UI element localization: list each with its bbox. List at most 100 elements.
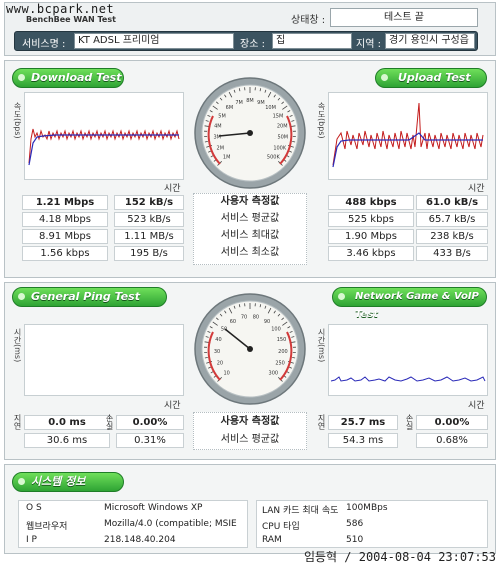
gauge-tick-label: 250 [275, 361, 285, 367]
gauge-tick-label: 7M [235, 100, 243, 106]
gauge-tick-label: 200 [278, 349, 288, 355]
game-graph-plot [330, 376, 486, 382]
row-label-user: 사용자 측정값 [196, 195, 304, 210]
ping-test-button[interactable]: General Ping Test [12, 287, 167, 307]
app-name: BenchBee WAN Test [26, 15, 116, 24]
status-field: 테스트 끝 [330, 8, 478, 27]
dl-min-bps: 1.56 kbps [22, 246, 108, 261]
ul-user-Bps: 61.0 kB/s [416, 195, 488, 210]
game-avg-loss: 0.68% [416, 433, 488, 448]
gauge-tick-label: 20M [277, 124, 288, 130]
place-label: 장소 : [240, 39, 265, 50]
gauge-tick-label: 500K [267, 154, 281, 160]
ping-x-label: 시간 [164, 401, 181, 411]
download-series-red [28, 128, 180, 164]
game-loss-label: 손실 [405, 414, 414, 430]
game-graph [328, 324, 488, 396]
download-test-button[interactable]: Download Test [12, 68, 124, 88]
upload-y-label: 속도(bps) [317, 102, 326, 139]
upload-graph-plot [332, 102, 484, 168]
ping-row-label-user: 사용자 측정값 [196, 415, 304, 430]
game-user-loss: 0.00% [416, 415, 488, 430]
game-avg-ms: 54.3 ms [328, 433, 398, 448]
ip-label: I P [26, 535, 37, 545]
ul-user-bps: 488 kbps [328, 195, 414, 210]
download-series-blue [28, 134, 179, 166]
game-latency-label: 지연 [317, 414, 326, 430]
ram-label: RAM [262, 535, 282, 545]
ping-latency-label: 지연 [13, 414, 22, 430]
ul-max-Bps: 238 kB/s [416, 229, 488, 244]
gauge-tick-label: 10 [223, 370, 229, 376]
upload-graph [328, 92, 488, 180]
ul-max-bps: 1.90 Mbps [328, 229, 414, 244]
download-graph-plot [28, 128, 180, 166]
browser-label: 웹브라우저 [26, 522, 68, 532]
gauge-tick-label: 4M [214, 124, 222, 130]
service-label: 서비스명 : [22, 39, 66, 50]
gauge-tick-label: 50M [277, 135, 288, 141]
download-graph [24, 92, 184, 180]
ping-loss-label: 손실 [105, 414, 114, 430]
download-x-label: 시간 [164, 184, 181, 194]
dl-max-Bps: 1.11 MB/s [114, 229, 184, 244]
game-user-ms: 25.7 ms [328, 415, 398, 430]
gauge-tick-label: 90 [264, 319, 270, 325]
cpu-label: CPU 타입 [262, 522, 300, 532]
ip-value: 218.148.40.204 [104, 535, 176, 545]
speed-gauge: 1M 2M 3M 4M 5M 6M 7M 8M 9M 10M 15M 20M 50M 100K 500K [193, 76, 307, 190]
footer-stamp: 임등혁 / 2004-08-04 23:07:53 [303, 550, 496, 564]
upload-series-red [332, 102, 484, 166]
dl-max-bps: 8.91 Mbps [22, 229, 108, 244]
dl-avg-bps: 4.18 Mbps [22, 212, 108, 227]
gauge-tick-label: 6M [226, 105, 234, 111]
dl-min-Bps: 195 B/s [114, 246, 184, 261]
ul-avg-bps: 525 kbps [328, 212, 414, 227]
region-field[interactable]: 경기 용인시 구성읍 [385, 33, 475, 49]
os-value: Microsoft Windows XP [104, 503, 203, 513]
gauge-tick-label: 8M [246, 98, 254, 104]
gauge-tick-label: 1M [223, 154, 231, 160]
gauge-tick-label: 80 [253, 315, 259, 321]
game-series-blue [330, 376, 486, 382]
game-x-label: 시간 [468, 401, 485, 411]
upload-test-button[interactable]: Upload Test [375, 68, 487, 88]
region-label: 지역 : [356, 39, 381, 50]
lan-label: LAN 카드 최대 속도 [262, 506, 339, 516]
gauge-tick-label: 100K [273, 145, 287, 151]
gauge-tick-label: 40 [215, 337, 221, 343]
gauge-tick-label: 10M [265, 105, 276, 111]
browser-value: Mozilla/4.0 (compatible; MSIE [104, 519, 237, 529]
system-info-button[interactable]: 시스템 정보 [12, 472, 124, 492]
dl-avg-Bps: 523 kB/s [114, 212, 184, 227]
place-field[interactable]: 집 [272, 33, 352, 49]
dl-user-bps: 1.21 Mbps [22, 195, 108, 210]
ping-row-label-avg: 서비스 평균값 [196, 433, 304, 448]
ping-avg-ms: 30.6 ms [24, 433, 110, 448]
gauge-tick-label: 2M [217, 145, 225, 151]
gauge-tick-label: 300 [269, 370, 279, 376]
lan-value: 100MBps [346, 503, 388, 513]
row-label-max: 서비스 최대값 [196, 229, 304, 244]
download-y-label: 속도(bps) [13, 102, 22, 139]
row-label-min: 서비스 최소값 [196, 246, 304, 261]
ram-value: 510 [346, 535, 364, 545]
ping-user-loss: 0.00% [116, 415, 184, 430]
game-y-label: 시간(ms) [317, 328, 326, 363]
gauge-tick-label: 15M [273, 113, 284, 119]
ul-min-Bps: 433 B/s [416, 246, 488, 261]
gauge-tick-label: 5M [218, 113, 226, 119]
upload-x-label: 시간 [468, 184, 485, 194]
ul-avg-Bps: 65.7 kB/s [416, 212, 488, 227]
gauge-tick-label: 100 [271, 327, 281, 333]
dl-user-Bps: 152 kB/s [114, 195, 184, 210]
service-field[interactable]: KT ADSL 프리미엄 [74, 33, 234, 49]
row-label-avg: 서비스 평균값 [196, 212, 304, 227]
watermark: www.bcpark.net [6, 2, 115, 16]
gauge-tick-label: 30 [214, 349, 220, 355]
game-voip-test-button[interactable]: Network Game & VoIP Test [332, 287, 487, 320]
ping-graph [24, 324, 184, 396]
ping-user-ms: 0.0 ms [24, 415, 110, 430]
os-label: O S [26, 503, 42, 513]
ul-min-bps: 3.46 kbps [328, 246, 414, 261]
